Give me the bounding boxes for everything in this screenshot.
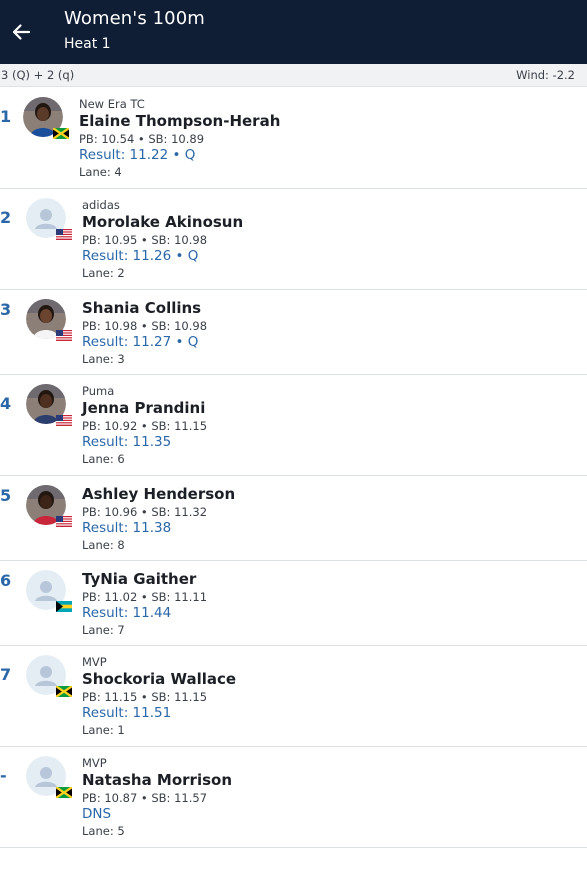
athlete-info: Shania Collins PB: 10.98 • SB: 10.98 Resul… [82,299,207,367]
avatar [26,570,72,612]
avatar [26,299,72,341]
team-name: MVP [82,756,107,770]
wind-reading: Wind: -2.2 [516,68,575,82]
avatar [23,97,69,139]
result-value: Result: 11.27 • Q [82,334,199,350]
athlete-info: New Era TC Elaine Thompson-Herah PB: 10.54… [79,97,280,180]
athlete-name[interactable]: TyNia Gaither [82,570,207,589]
lane-number: Lane: 7 [82,623,125,637]
team-name: MVP [82,655,107,669]
rank-label: 6 [0,571,12,590]
rank-label: 2 [0,208,12,227]
app-header: Women's 100m Heat 1 [0,0,587,64]
lane-number: Lane: 3 [82,352,125,366]
result-value: Result: 11.51 [82,705,172,721]
jamaica-flag-icon [56,787,72,798]
result-value: Result: 11.22 • Q [79,147,196,163]
personal-season-best: PB: 10.98 • SB: 10.98 [82,319,208,333]
team-name: Puma [82,384,115,398]
athlete-name[interactable]: Jenna Prandini [82,399,207,418]
rank-label: - [0,766,7,785]
avatar [26,485,72,527]
jamaica-flag-icon [53,128,69,139]
athlete-row[interactable]: 3 Shania Collins PB: 10.98 • SB: 10.98 Resu… [0,290,587,375]
avatar [26,756,72,798]
team-name: adidas [82,198,120,212]
lane-number: Lane: 5 [82,824,125,838]
usa-flag-icon [56,415,72,426]
athlete-info: MVP Shockoria Wallace PB: 11.15 • SB: 11.1… [82,655,236,738]
athlete-info: TyNia Gaither PB: 11.02 • SB: 11.11 Result… [82,570,207,638]
result-value: Result: 11.26 • Q [82,248,199,264]
rank-label: 3 [0,300,12,319]
athlete-row[interactable]: 1 New Era TC Elaine Thompson-Herah PB: 10.5… [0,88,587,189]
personal-season-best: PB: 10.95 • SB: 10.98 [82,233,208,247]
lane-number: Lane: 4 [79,165,122,179]
result-value: DNS [82,806,112,822]
bahamas-flag-icon [56,601,72,612]
page-subtitle: Heat 1 [64,36,111,52]
usa-flag-icon [56,229,72,240]
personal-season-best: PB: 11.02 • SB: 11.11 [82,590,208,604]
athlete-info: adidas Morolake Akinosun PB: 10.95 • SB: 1… [82,198,243,281]
athlete-row[interactable]: 4 Puma Jenna Prandini PB: 10.92 • SB: 11.15… [0,375,587,476]
athlete-row[interactable]: 6 TyNia Gaither PB: 11.02 • SB: 11.11 Resul… [0,561,587,646]
rank-label: 4 [0,394,12,413]
personal-season-best: PB: 10.54 • SB: 10.89 [79,132,205,146]
rank-label: 7 [0,665,12,684]
athlete-row[interactable]: 2 adidas Morolake Akinosun PB: 10.95 • SB: … [0,189,587,290]
rank-label: 5 [0,486,12,505]
athlete-row[interactable]: 5 Ashley Henderson PB: 10.96 • SB: 11.32 Re… [0,476,587,561]
rank-label: 1 [0,107,12,126]
athlete-row[interactable]: 7 MVP Shockoria Wallace PB: 11.15 • SB: 11.… [0,646,587,747]
athlete-info: Puma Jenna Prandini PB: 10.92 • SB: 11.15 R… [82,384,207,467]
result-value: Result: 11.35 [82,434,172,450]
athlete-name[interactable]: Elaine Thompson-Herah [79,112,280,131]
page-title: Women's 100m [64,8,205,29]
avatar [26,384,72,426]
results-list: 1 New Era TC Elaine Thompson-Herah PB: 10.5… [0,88,587,848]
usa-flag-icon [56,330,72,341]
athlete-name[interactable]: Shockoria Wallace [82,670,236,689]
athlete-name[interactable]: Natasha Morrison [82,771,232,790]
athlete-name[interactable]: Morolake Akinosun [82,213,243,232]
lane-number: Lane: 8 [82,538,125,552]
team-name: New Era TC [79,97,145,111]
lane-number: Lane: 2 [82,266,125,280]
personal-season-best: PB: 10.92 • SB: 11.15 [82,419,208,433]
personal-season-best: PB: 10.96 • SB: 11.32 [82,505,208,519]
result-value: Result: 11.44 [82,605,172,621]
athlete-row[interactable]: - MVP Natasha Morrison PB: 10.87 • SB: 11.5… [0,747,587,848]
athlete-info: Ashley Henderson PB: 10.96 • SB: 11.32 Res… [82,485,235,553]
personal-season-best: PB: 11.15 • SB: 11.15 [82,690,208,704]
qualification-rule: 3 (Q) + 2 (q) [1,68,75,82]
back-button[interactable] [9,20,33,44]
heat-info-bar: 3 (Q) + 2 (q) Wind: -2.2 [0,64,587,87]
lane-number: Lane: 1 [82,723,125,737]
athlete-info: MVP Natasha Morrison PB: 10.87 • SB: 11.57… [82,756,232,839]
lane-number: Lane: 6 [82,452,125,466]
avatar [26,655,72,697]
athlete-name[interactable]: Ashley Henderson [82,485,235,504]
personal-season-best: PB: 10.87 • SB: 11.57 [82,791,208,805]
athlete-name[interactable]: Shania Collins [82,299,207,318]
arrow-left-icon [12,24,31,40]
usa-flag-icon [56,516,72,527]
jamaica-flag-icon [56,686,72,697]
result-value: Result: 11.38 [82,520,172,536]
avatar [26,198,72,240]
